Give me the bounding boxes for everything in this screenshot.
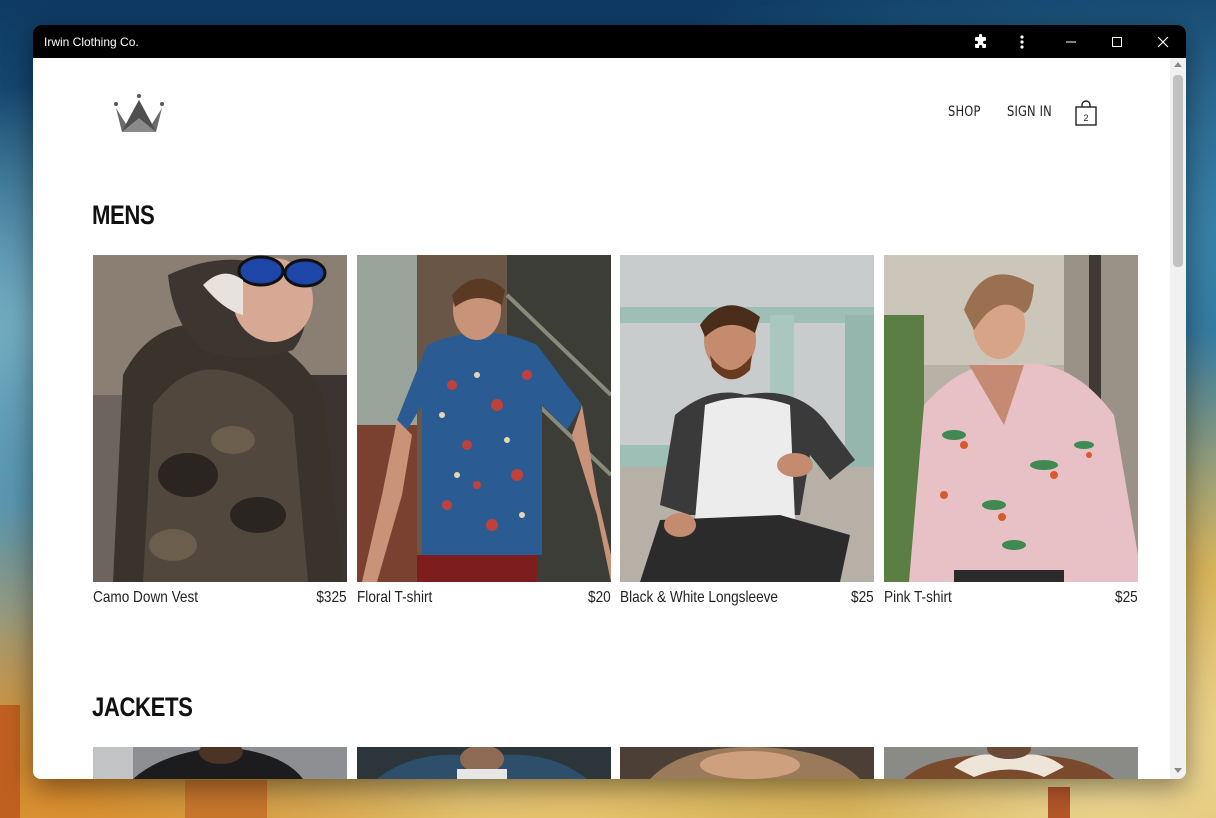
product-image[interactable] [93,255,347,582]
product-card[interactable] [93,747,347,779]
title-bar[interactable]: Irwin Clothing Co. [33,25,1186,58]
more-vertical-icon[interactable] [1010,25,1034,58]
minimize-icon[interactable] [1059,25,1083,58]
product-price: $325 [316,589,347,606]
product-image[interactable] [620,747,874,779]
nav-shop-link[interactable]: SHOP [948,104,981,120]
product-card[interactable]: Floral T-shirt $20 [357,255,611,615]
product-image[interactable] [93,747,347,779]
scroll-down-arrow-icon[interactable] [1174,768,1182,773]
page-content[interactable]: SHOP SIGN IN 2 MENS Camo Down Vest $325 … [33,58,1186,779]
product-name[interactable]: Floral T-shirt [357,589,432,607]
nav-signin-link[interactable]: SIGN IN [1007,104,1052,120]
product-price: $25 [1115,589,1138,606]
cart-count: 2 [1083,113,1088,123]
product-image[interactable] [357,255,611,582]
app-window: Irwin Clothing Co. SHOP SIGN IN 2 MENS C… [33,25,1186,779]
section-title-jackets: JACKETS [92,692,193,722]
shopping-bag-icon[interactable]: 2 [1074,100,1098,126]
product-image[interactable] [884,255,1138,582]
close-icon[interactable] [1149,25,1177,58]
product-image[interactable] [884,747,1138,779]
scroll-up-arrow-icon[interactable] [1174,62,1182,67]
product-card[interactable] [357,747,611,779]
vertical-scrollbar[interactable] [1170,58,1186,779]
scrollbar-thumb[interactable] [1173,75,1183,267]
puzzle-extension-icon[interactable] [969,25,993,58]
section-title-mens: MENS [92,200,155,230]
desktop-wallpaper-rock [185,780,267,818]
maximize-icon[interactable] [1105,25,1129,58]
product-card[interactable] [884,747,1138,779]
product-name[interactable]: Pink T-shirt [884,589,952,607]
product-card[interactable] [620,747,874,779]
desktop-wallpaper-rock [1048,787,1070,818]
product-card[interactable]: Black & White Longsleeve $25 [620,255,874,615]
product-image[interactable] [357,747,611,779]
product-price: $25 [851,589,874,606]
product-card[interactable]: Camo Down Vest $325 [93,255,347,615]
product-price: $20 [588,589,611,606]
crown-icon[interactable] [112,92,166,136]
product-name[interactable]: Black & White Longsleeve [620,589,778,607]
window-title: Irwin Clothing Co. [44,35,139,49]
product-name[interactable]: Camo Down Vest [93,589,198,607]
product-card[interactable]: Pink T-shirt $25 [884,255,1138,615]
desktop-wallpaper-rock [0,705,20,818]
product-image[interactable] [620,255,874,582]
